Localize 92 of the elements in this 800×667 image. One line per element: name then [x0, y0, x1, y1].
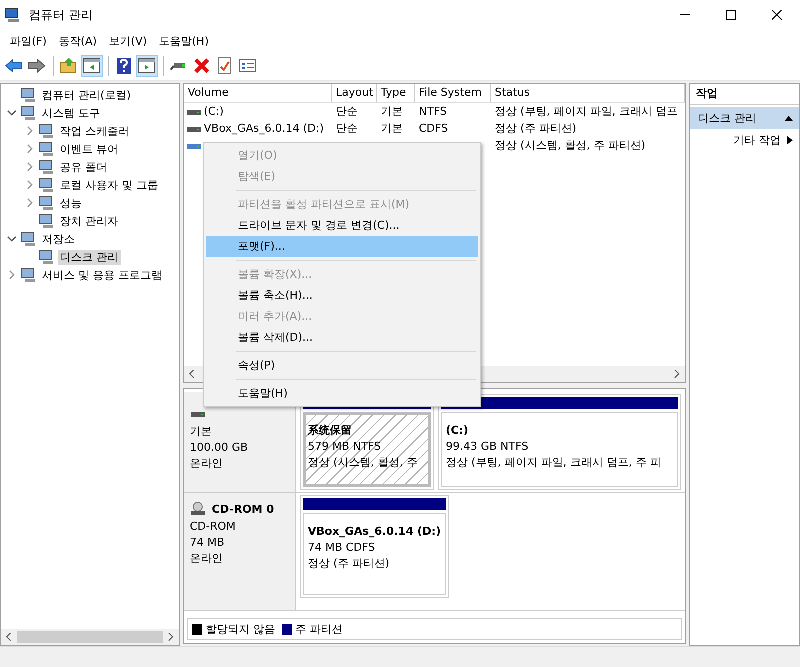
- menu-item[interactable]: 드라이브 문자 및 경로 변경(C)...: [206, 215, 478, 236]
- console-icon: [21, 231, 37, 247]
- action-link[interactable]: 기타 작업: [734, 132, 781, 148]
- scroll-right-icon[interactable]: [167, 633, 176, 641]
- table-cell: 단순: [336, 104, 358, 119]
- tree-item[interactable]: 컴퓨터 관리(로컬): [40, 88, 134, 102]
- section-title: 디스크 관리: [698, 110, 756, 126]
- expand-chevron-icon[interactable]: [7, 270, 17, 280]
- partition-info: 정상 (부팅, 페이지 파일, 크래시 덤프, 주 피: [446, 455, 662, 471]
- collapse-triangle-icon[interactable]: [785, 115, 793, 121]
- collapse-chevron-icon[interactable]: [7, 108, 17, 118]
- legend-label: 주 파티션: [296, 622, 343, 636]
- tree-item[interactable]: 공유 폴더: [58, 160, 110, 174]
- partition-name: VBox_GAs_6.0.14 (D:): [308, 524, 442, 540]
- menu-item[interactable]: 볼륨 삭제(D)...: [206, 327, 478, 348]
- cd-drive-icon: [190, 502, 206, 516]
- table-cell: 기본: [381, 104, 403, 119]
- legend-label: 할당되지 않음: [206, 622, 276, 636]
- console-icon: [21, 87, 37, 103]
- column-header[interactable]: Layout: [332, 84, 377, 102]
- tree-item[interactable]: 시스템 도구: [40, 106, 102, 120]
- menu-item[interactable]: 보기(V): [103, 34, 154, 48]
- menu-item[interactable]: 동작(A): [52, 34, 104, 48]
- tree-item[interactable]: 서비스 및 응용 프로그램: [40, 268, 164, 282]
- menu-item[interactable]: 포맷(F)...: [206, 236, 478, 257]
- disk-info: 100.00 GB: [190, 440, 250, 456]
- menu-item[interactable]: 도움말(H): [153, 34, 215, 48]
- table-cell: VBox_GAs_6.0.14 (D:): [204, 122, 324, 135]
- column-header[interactable]: Status: [491, 84, 685, 102]
- collapse-chevron-icon[interactable]: [7, 234, 17, 244]
- partition-name: 系统保留: [308, 423, 353, 439]
- table-cell: NTFS: [419, 105, 448, 118]
- partition[interactable]: VBox_GAs_6.0.14 (D:) 74 MB CDFS 정상 (주 파티션): [300, 495, 450, 598]
- expand-chevron-icon[interactable]: [25, 126, 35, 136]
- console-icon: [21, 105, 37, 121]
- partition-info: 74 MB CDFS: [308, 540, 376, 556]
- action-pane-icon[interactable]: [136, 55, 158, 77]
- table-cell: 정상 (부팅, 페이지 파일, 크래시 덤프: [495, 104, 678, 119]
- console-icon: [39, 195, 55, 211]
- console-icon: [39, 123, 55, 139]
- disk-info: 기본: [190, 424, 213, 440]
- console-icon: [21, 267, 37, 283]
- disk-info: CD-ROM: [190, 519, 237, 535]
- tree-item[interactable]: 이벤트 뷰어: [58, 142, 120, 156]
- disk-info: 온라인: [190, 551, 224, 567]
- table-cell: 기본: [381, 121, 403, 136]
- column-header[interactable]: File System: [415, 84, 491, 102]
- tree-item[interactable]: 디스크 관리: [58, 250, 120, 264]
- horizontal-scrollbar[interactable]: [1, 629, 179, 645]
- console-icon: [39, 213, 55, 229]
- table-cell: 정상 (시스템, 활성, 주 파티션): [495, 138, 646, 153]
- close-icon[interactable]: [772, 10, 782, 20]
- expand-chevron-icon[interactable]: [25, 180, 35, 190]
- console-icon: [39, 249, 55, 265]
- scroll-left-icon[interactable]: [5, 633, 13, 641]
- console-icon: [39, 141, 55, 157]
- table-cell: (C:): [204, 105, 224, 118]
- table-cell: 단순: [336, 121, 358, 136]
- table-cell: 정상 (주 파티션): [495, 121, 577, 136]
- menu-item[interactable]: 볼륨 축소(H)...: [206, 285, 478, 306]
- tree-item[interactable]: 장치 관리자: [58, 214, 120, 228]
- tree-item[interactable]: 저장소: [40, 232, 77, 246]
- computer-icon: [5, 7, 21, 23]
- disk-name: CD-ROM 0: [212, 502, 274, 516]
- tree-item[interactable]: 성능: [58, 196, 84, 210]
- scroll-left-icon[interactable]: [188, 370, 196, 378]
- partition-name: (C:): [446, 423, 470, 439]
- tree-item[interactable]: 로컬 사용자 및 그룹: [58, 178, 160, 192]
- table-cell: CDFS: [419, 122, 448, 135]
- expand-chevron-icon[interactable]: [25, 198, 35, 208]
- partition-info: 정상 (주 파티션): [308, 556, 391, 572]
- window-title: 컴퓨터 관리: [29, 6, 93, 24]
- partition-info: 정상 (시스템, 활성, 주: [308, 455, 419, 471]
- disk-info: 온라인: [190, 456, 224, 472]
- pane-header: 작업: [690, 84, 799, 105]
- column-header[interactable]: Type: [377, 84, 415, 102]
- expand-chevron-icon[interactable]: [25, 162, 35, 172]
- tree-item[interactable]: 작업 스케줄러: [58, 124, 132, 138]
- console-icon: [39, 177, 55, 193]
- console-tree-icon[interactable]: [81, 55, 103, 77]
- column-header[interactable]: Volume: [184, 84, 332, 102]
- disk-info: 74 MB: [190, 535, 226, 551]
- action-section[interactable]: 디스크 관리: [690, 107, 799, 129]
- menu-item[interactable]: 파일(F): [4, 34, 53, 48]
- submenu-arrow-icon: [787, 136, 793, 144]
- partition-info: 579 MB NTFS: [308, 439, 382, 455]
- scroll-right-icon[interactable]: [673, 370, 681, 378]
- maximize-icon[interactable]: [726, 10, 736, 20]
- console-icon: [39, 159, 55, 175]
- expand-chevron-icon[interactable]: [25, 144, 35, 154]
- partition-info: 99.43 GB NTFS: [446, 439, 530, 455]
- menu-item[interactable]: 속성(P): [206, 355, 478, 376]
